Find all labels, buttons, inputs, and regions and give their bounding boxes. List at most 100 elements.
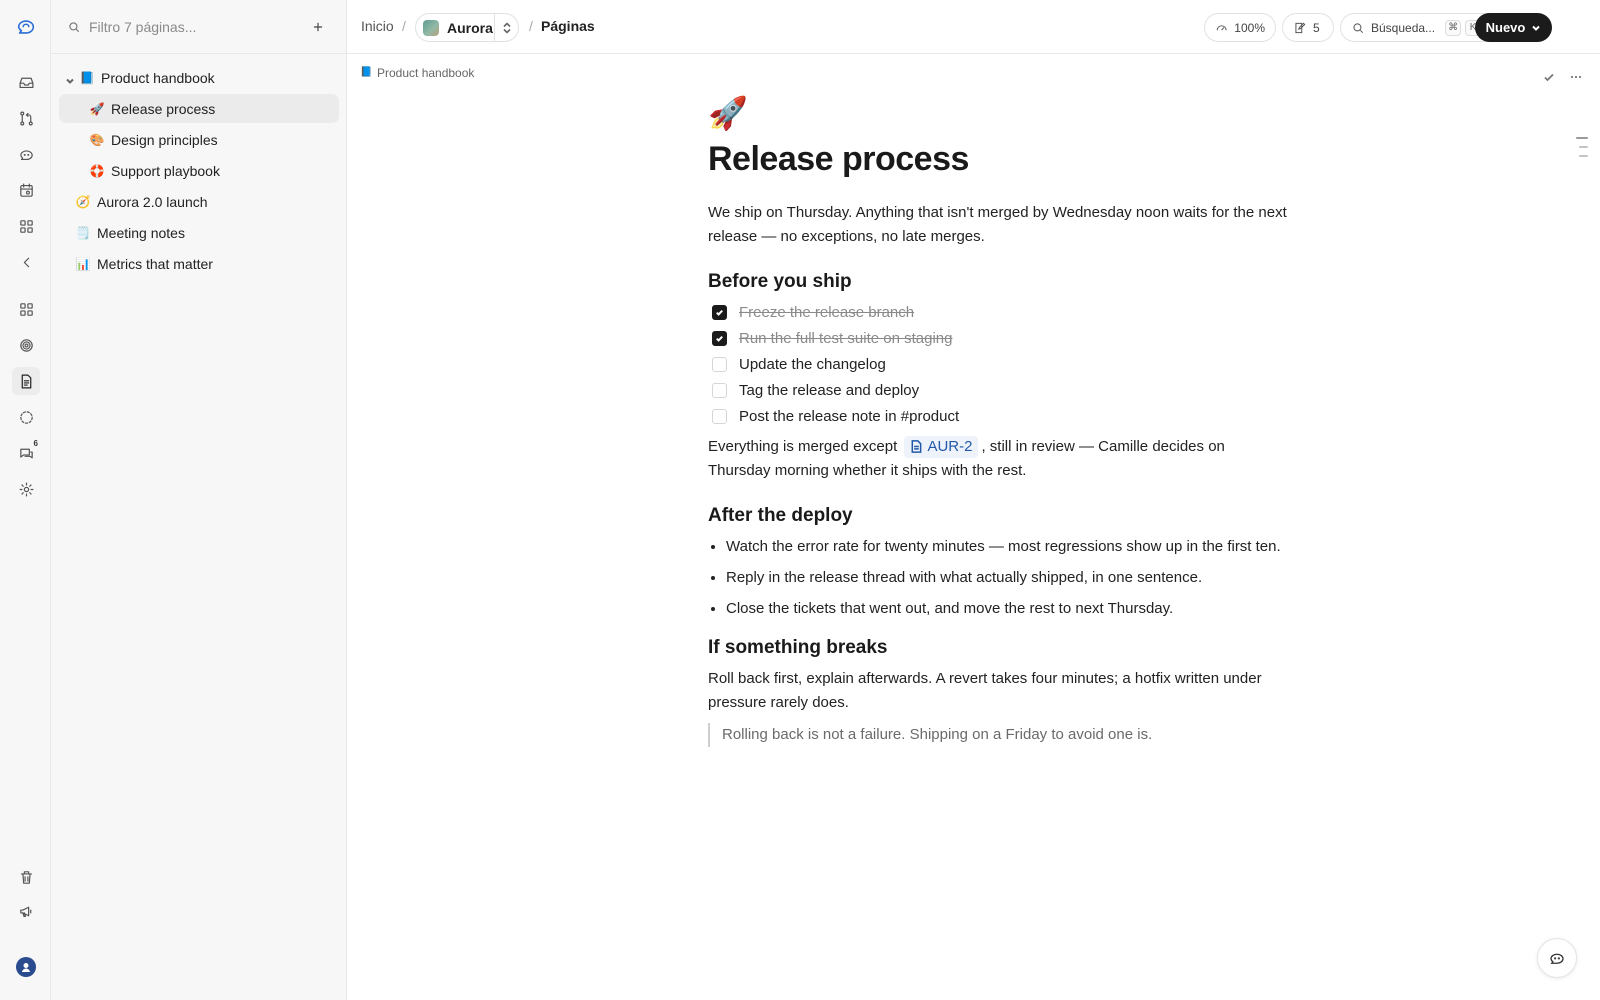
project-name: Aurora: [447, 19, 493, 36]
page-title[interactable]: Release process: [708, 137, 1288, 181]
search-icon: [69, 21, 80, 32]
toc-line: [1576, 137, 1588, 139]
heading-if-something-breaks: If something breaks: [708, 637, 888, 658]
sidebar-item-aurora-launch[interactable]: 🧭 Aurora 2.0 launch: [59, 187, 339, 216]
merge-status-paragraph: Everything is merged except AUR-2, still…: [708, 435, 1288, 483]
page-emoji-icon: 🧭: [75, 194, 91, 209]
page-emoji-icon: 🗒️: [75, 225, 91, 240]
sidebar-item-label: Aurora 2.0 launch: [97, 193, 208, 210]
check-icon: [716, 335, 723, 342]
shortcut-cmd-key: ⌘: [1445, 19, 1462, 36]
page-emoji-icon: 🛟: [89, 163, 105, 178]
pages-document-icon[interactable]: [12, 367, 40, 395]
apps-grid-icon[interactable]: [12, 212, 40, 240]
chevron-down-icon: [1532, 25, 1541, 31]
rollback-quote: Rolling back is not a failure. Shipping …: [708, 723, 1288, 747]
new-button[interactable]: Nuevo: [1475, 13, 1552, 42]
todo-item: Freeze the release branch: [708, 299, 1288, 325]
collapse-sidebar-icon[interactable]: [12, 248, 40, 276]
inbox-icon[interactable]: [12, 68, 40, 96]
table-of-contents-minimap[interactable]: [1576, 137, 1588, 164]
todo-item: Tag the release and deploy: [708, 377, 1288, 403]
breadcrumb-pages[interactable]: Páginas: [541, 18, 595, 34]
assistant-chat-button[interactable]: [1537, 938, 1577, 978]
search-label: Búsqueda...: [1371, 20, 1436, 35]
toc-line: [1579, 155, 1588, 157]
parent-page-emoji-icon: 📘: [360, 67, 373, 78]
sidebar-item-product-handbook[interactable]: 📘 Product handbook: [63, 63, 335, 92]
goals-target-icon[interactable]: [12, 331, 40, 359]
document-icon: [911, 440, 922, 453]
todo-checkbox[interactable]: [712, 330, 727, 346]
icon-rail: 6: [0, 0, 51, 1000]
pull-requests-icon[interactable]: [12, 104, 40, 132]
heading-before-you-ship: Before you ship: [708, 271, 852, 292]
page-emoji-icon: 🚀: [89, 101, 105, 116]
mark-done-button[interactable]: [1540, 68, 1558, 86]
todo-item: Update the changelog: [708, 351, 1288, 377]
document-body: 🚀 Release process We ship on Thursday. A…: [708, 95, 1288, 747]
merge-status-text: Everything is merged except: [708, 438, 898, 455]
chevron-up-down-icon: [502, 21, 511, 34]
sidebar-item-meeting-notes[interactable]: 🗒️ Meeting notes: [59, 218, 339, 247]
settings-gear-icon[interactable]: [12, 475, 40, 503]
avatar-face-icon: [22, 963, 30, 972]
todo-text: Post the release note in #product: [739, 407, 960, 425]
todo-list: Freeze the release branch Run the full t…: [708, 299, 1288, 429]
assistant-icon: [1550, 953, 1564, 964]
drafts-button[interactable]: 5: [1282, 13, 1334, 42]
messages-icon[interactable]: 6: [12, 439, 40, 467]
rollback-paragraph: Roll back first, explain afterwards. A r…: [708, 670, 1262, 711]
project-switch-button[interactable]: [494, 14, 518, 41]
check-icon: [716, 309, 723, 316]
dashboard-icon[interactable]: [12, 295, 40, 323]
pages-sidebar: 📘 Product handbook 🚀 Release process 🎨 D…: [51, 0, 347, 1000]
page-emoji-icon[interactable]: 🚀: [708, 95, 1288, 131]
calendar-icon[interactable]: [12, 176, 40, 204]
intro-paragraph: We ship on Thursday. Anything that isn't…: [708, 204, 1287, 245]
sidebar-item-metrics[interactable]: 📊 Metrics that matter: [59, 249, 339, 278]
list-item: Reply in the release thread with what ac…: [726, 566, 1288, 590]
todo-checkbox[interactable]: [712, 356, 727, 372]
todo-checkbox[interactable]: [712, 304, 727, 320]
heading-after-the-deploy: After the deploy: [708, 505, 853, 526]
add-page-button[interactable]: [308, 17, 328, 37]
sidebar-item-label: Meeting notes: [97, 224, 185, 241]
cycles-icon[interactable]: [12, 403, 40, 431]
breadcrumb-home[interactable]: Inicio: [361, 18, 394, 34]
announcements-megaphone-icon[interactable]: [12, 897, 40, 925]
issue-link-aur-2[interactable]: AUR-2: [904, 435, 979, 458]
todo-checkbox[interactable]: [712, 382, 727, 398]
check-icon: [1544, 73, 1554, 82]
assistant-icon[interactable]: [12, 140, 40, 168]
toc-line: [1579, 146, 1588, 148]
sidebar-item-support-playbook[interactable]: 🛟 Support playbook: [59, 156, 339, 185]
more-options-button[interactable]: [1567, 68, 1585, 86]
ellipsis-icon: [1570, 75, 1582, 79]
chevron-down-icon[interactable]: [65, 73, 75, 84]
todo-text: Tag the release and deploy: [739, 381, 920, 399]
todo-checkbox[interactable]: [712, 408, 727, 424]
workspace-logo-icon[interactable]: [12, 13, 40, 41]
todo-text: Run the full test suite on staging: [739, 329, 953, 347]
sidebar-item-release-process[interactable]: 🚀 Release process: [59, 94, 339, 123]
sidebar-item-design-principles[interactable]: 🎨 Design principles: [59, 125, 339, 154]
parent-page-label: Product handbook: [377, 66, 475, 80]
sidebar-item-label: Product handbook: [101, 69, 215, 86]
zoom-button[interactable]: 100%: [1204, 13, 1276, 42]
user-avatar[interactable]: [16, 957, 36, 977]
sidebar-item-label: Design principles: [111, 131, 218, 148]
edit-note-icon: [1295, 22, 1306, 33]
sidebar-item-label: Release process: [111, 100, 216, 117]
page-emoji-icon: 📊: [75, 256, 91, 271]
page-emoji-icon: 📘: [79, 70, 95, 85]
page-parent-breadcrumb[interactable]: 📘 Product handbook: [360, 66, 474, 80]
issue-link-label: AUR-2: [927, 437, 973, 455]
trash-icon[interactable]: [12, 863, 40, 891]
sidebar-item-label: Support playbook: [111, 162, 220, 179]
sidebar-item-label: Metrics that matter: [97, 255, 213, 272]
todo-text: Update the changelog: [739, 355, 886, 373]
list-item: Watch the error rate for twenty minutes …: [726, 535, 1288, 559]
project-switcher[interactable]: Aurora: [415, 13, 519, 42]
page-filter-input[interactable]: [89, 18, 289, 35]
